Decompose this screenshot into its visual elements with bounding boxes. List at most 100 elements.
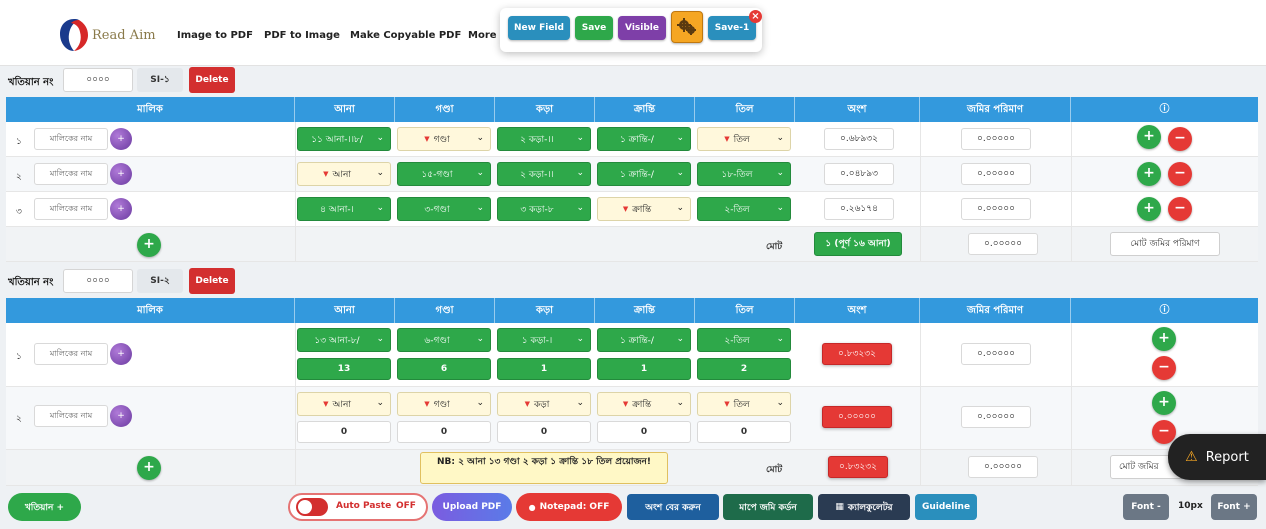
gonda-select[interactable]: ৩-গণ্ডা ⌄ — [397, 197, 491, 221]
gonda-number-input[interactable]: 0 — [397, 421, 491, 443]
delete-button[interactable]: Delete — [189, 67, 235, 93]
ana-select[interactable]: ৪ আনা-। ⌄ — [297, 197, 391, 221]
kranti-number-input[interactable]: 1 — [597, 358, 691, 380]
owner-name-input[interactable]: মালিকের নাম — [34, 163, 108, 185]
til-select[interactable]: ▼ তিল ⌄ — [697, 127, 791, 151]
land-amount-input[interactable]: ০.০০০০০ — [961, 128, 1031, 150]
remove-row-button[interactable]: − — [1152, 356, 1176, 380]
add-owner-row-button[interactable]: + — [137, 456, 161, 480]
kora-select[interactable]: ১ কড়া-। ⌄ — [497, 328, 591, 352]
new-field-button[interactable]: New Field — [508, 16, 570, 40]
header-owner: মালিক — [6, 97, 295, 122]
kranti-select[interactable]: ▼ ক্রান্তি ⌄ — [597, 197, 691, 221]
owner-name-input[interactable]: মালিকের নাম — [34, 405, 108, 427]
calculator-button[interactable]: ▦ ক্যালকুলেটর — [818, 494, 910, 520]
ana-select[interactable]: ▼ আনা ⌄ — [297, 162, 391, 186]
brand-name[interactable]: Read Aim — [92, 28, 156, 43]
land-measure-button[interactable]: মাপে জমি কর্ডন — [723, 494, 813, 520]
ana-select[interactable]: ১৩ আনা-৮/⌄ — [297, 328, 391, 352]
add-row-button[interactable]: + — [1137, 162, 1161, 186]
delete-button[interactable]: Delete — [189, 268, 235, 294]
remove-row-button[interactable]: − — [1152, 420, 1176, 444]
kora-select[interactable]: ২ কড়া-।। ⌄ — [497, 127, 591, 151]
upload-pdf-button[interactable]: Upload PDF — [432, 493, 512, 521]
font-decrease-button[interactable]: Font - — [1123, 494, 1169, 520]
chevron-down-icon: ⌄ — [376, 133, 384, 143]
owner-add-button[interactable]: + — [110, 405, 132, 427]
ana-select[interactable]: ▼ আনা ⌄ — [297, 392, 391, 416]
kora-select[interactable]: ২ কড়া-।। ⌄ — [497, 162, 591, 186]
gonda-select[interactable]: ১৫-গণ্ডা ⌄ — [397, 162, 491, 186]
remove-row-button[interactable]: − — [1168, 162, 1192, 186]
til-number-input[interactable]: 0 — [697, 421, 791, 443]
land-amount-input[interactable]: ০.০০০০০ — [961, 406, 1031, 428]
chevron-down-icon: ⌄ — [476, 133, 484, 143]
add-khatian-button[interactable]: খতিয়ান + — [8, 493, 81, 521]
calculator-icon: ▦ — [835, 502, 844, 512]
kora-number-input[interactable]: 0 — [497, 421, 591, 443]
gonda-select[interactable]: ▼ গণ্ডা ⌄ — [397, 392, 491, 416]
add-row-button[interactable]: + — [1152, 391, 1176, 415]
til-select[interactable]: ১৮-তিল ⌄ — [697, 162, 791, 186]
remove-row-button[interactable]: − — [1168, 197, 1192, 221]
owner-add-button[interactable]: + — [110, 163, 132, 185]
gonda-number-input[interactable]: 6 — [397, 358, 491, 380]
kora-select[interactable]: ▼ কড়া ⌄ — [497, 392, 591, 416]
khatian-number-input[interactable]: ০০০০ — [63, 269, 133, 293]
triangle-down-icon: ▼ — [323, 170, 329, 178]
add-row-button[interactable]: + — [1137, 125, 1161, 149]
read-aim-logo-icon[interactable] — [58, 18, 90, 52]
kranti-select[interactable]: ১ ক্রান্তি-/⌄ — [597, 127, 691, 151]
til-number-input[interactable]: 2 — [697, 358, 791, 380]
owner-add-button[interactable]: + — [110, 198, 132, 220]
gonda-select[interactable]: ৬-গণ্ডা ⌄ — [397, 328, 491, 352]
gonda-select[interactable]: ▼ গণ্ডা ⌄ — [397, 127, 491, 151]
nav-link-make-copyable-pdf[interactable]: Make Copyable PDF — [350, 30, 461, 41]
settings-gear-button[interactable] — [671, 11, 703, 43]
add-row-button[interactable]: + — [1137, 197, 1161, 221]
owner-add-button[interactable]: + — [110, 128, 132, 150]
save-button[interactable]: Save — [575, 16, 613, 40]
owner-name-input[interactable]: মালিকের নাম — [34, 128, 108, 150]
kora-select[interactable]: ৩ কড়া-৮ ⌄ — [497, 197, 591, 221]
requirement-note: NB: ২ আনা ১৩ গণ্ডা ২ কড়া ১ ক্রান্তি ১৮ … — [420, 452, 668, 484]
guideline-button[interactable]: Guideline — [915, 494, 977, 520]
total-row: + NB: ২ আনা ১৩ গণ্ডা ২ কড়া ১ ক্রান্তি ১… — [6, 450, 1258, 486]
kora-number-input[interactable]: 1 — [497, 358, 591, 380]
nav-link-pdf-to-image[interactable]: PDF to Image — [264, 30, 340, 41]
owner-name-input[interactable]: মালিকের নাম — [34, 198, 108, 220]
kranti-number-input[interactable]: 0 — [597, 421, 691, 443]
notepad-toggle-button[interactable]: ● Notepad: OFF — [516, 493, 622, 521]
calculate-share-button[interactable]: অংশ বের করুন — [627, 494, 719, 520]
khatian-number-input[interactable]: ০০০০ — [63, 68, 133, 92]
remove-row-button[interactable]: − — [1168, 127, 1192, 151]
til-select[interactable]: ▼ তিল ⌄ — [697, 392, 791, 416]
ana-number-input[interactable]: 0 — [297, 421, 391, 443]
report-button[interactable]: ⚠ Report — [1168, 434, 1266, 480]
auto-paste-toggle[interactable]: Auto Paste OFF — [288, 493, 428, 521]
til-select[interactable]: ২-তিল ⌄ — [697, 197, 791, 221]
owner-name-input[interactable]: মালিকের নাম — [34, 343, 108, 365]
add-row-button[interactable]: + — [1152, 327, 1176, 351]
land-amount-input[interactable]: ০.০০০০০ — [961, 343, 1031, 365]
land-amount-input[interactable]: ০.০০০০০ — [961, 198, 1031, 220]
triangle-down-icon: ▼ — [622, 400, 629, 408]
ana-number-input[interactable]: 13 — [297, 358, 391, 380]
til-select[interactable]: ২-তিল ⌄ — [697, 328, 791, 352]
chevron-down-icon: ⌄ — [476, 334, 484, 344]
add-owner-row-button[interactable]: + — [137, 233, 161, 257]
ana-select[interactable]: ১১ আনা-।।৮/⌄ — [297, 127, 391, 151]
font-increase-button[interactable]: Font + — [1211, 494, 1257, 520]
land-amount-input[interactable]: ০.০০০০০ — [961, 163, 1031, 185]
kranti-select[interactable]: ১ ক্রান্তি-/⌄ — [597, 162, 691, 186]
nav-link-image-to-pdf[interactable]: Image to PDF — [177, 30, 253, 41]
kranti-select[interactable]: ▼ ক্রান্তি ⌄ — [597, 392, 691, 416]
header-til: তিল — [695, 298, 795, 323]
owner-add-button[interactable]: + — [110, 343, 132, 365]
kranti-select[interactable]: ১ ক্রান্তি-/⌄ — [597, 328, 691, 352]
toggle-switch[interactable] — [296, 498, 328, 516]
visible-button[interactable]: Visible — [618, 16, 666, 40]
row-number: ১ — [16, 352, 22, 362]
total-land-button[interactable]: মোট জমির পরিমাণ — [1110, 232, 1220, 256]
close-icon[interactable]: × — [749, 10, 762, 23]
